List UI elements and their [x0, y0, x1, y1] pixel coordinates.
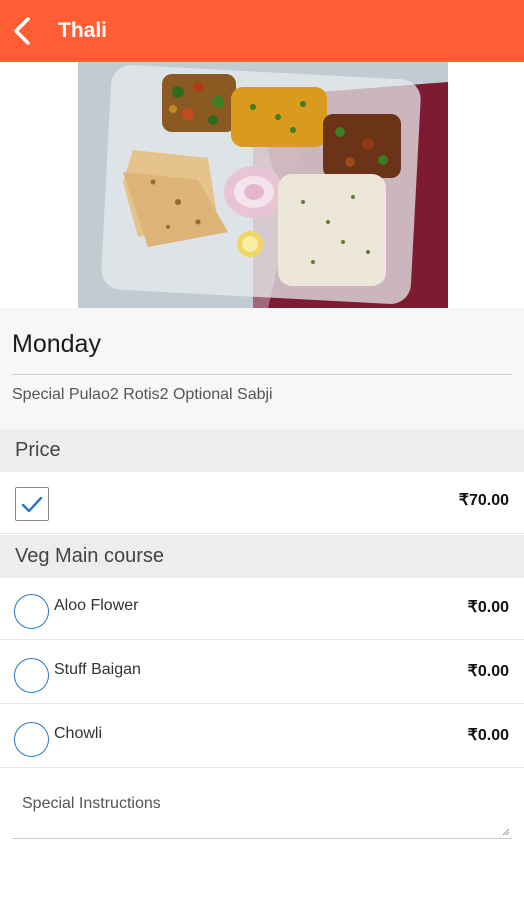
- resize-grip-icon[interactable]: [502, 828, 510, 836]
- thali-image: [78, 62, 448, 308]
- menu-item-row[interactable]: Stuff Baigan ₹0.00: [0, 642, 524, 704]
- meal-description: Special Pulao2 Rotis2 Optional Sabji: [12, 386, 273, 403]
- veg-section-header: Veg Main course: [0, 535, 524, 578]
- item-radio[interactable]: [14, 594, 49, 629]
- item-radio[interactable]: [14, 658, 49, 693]
- base-price: ₹70.00: [458, 492, 509, 509]
- price-section-title: Price: [15, 439, 61, 461]
- item-label: Chowli: [54, 725, 103, 742]
- meal-info: Monday Special Pulao2 Rotis2 Optional Sa…: [0, 308, 524, 429]
- price-checkbox[interactable]: [15, 487, 49, 521]
- menu-item-row[interactable]: Aloo Flower ₹0.00: [0, 578, 524, 640]
- app-bar: Thali: [0, 0, 524, 62]
- page-title: Thali: [58, 19, 108, 42]
- check-icon: [21, 496, 43, 513]
- item-radio[interactable]: [14, 722, 49, 757]
- chevron-left-icon: [14, 17, 30, 45]
- item-label: Aloo Flower: [54, 597, 139, 614]
- meal-day: Monday: [12, 330, 101, 358]
- special-instructions-input[interactable]: [12, 783, 512, 838]
- item-label: Stuff Baigan: [54, 661, 141, 678]
- veg-section-title: Veg Main course: [15, 545, 164, 567]
- menu-item-row[interactable]: Chowli ₹0.00: [0, 706, 524, 768]
- hero-section: [0, 62, 524, 308]
- item-price: ₹0.00: [467, 663, 509, 680]
- price-section-header: Price: [0, 429, 524, 472]
- item-price: ₹0.00: [467, 599, 509, 616]
- special-instructions-field: [12, 783, 512, 839]
- item-price: ₹0.00: [467, 727, 509, 744]
- price-row[interactable]: ₹70.00: [0, 472, 524, 534]
- info-divider: [12, 374, 512, 375]
- back-button[interactable]: [0, 7, 46, 55]
